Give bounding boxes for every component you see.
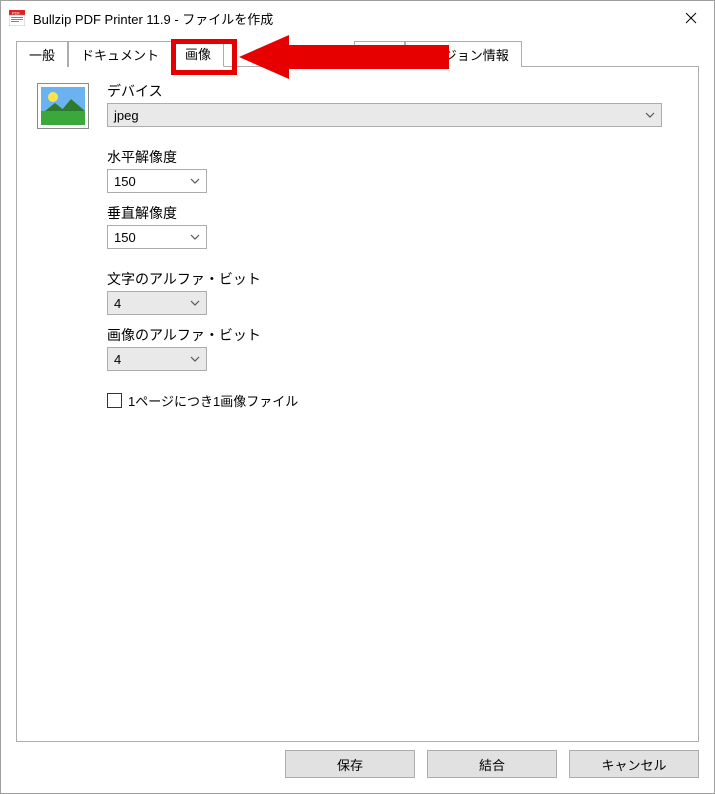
one-image-per-page-checkbox[interactable] bbox=[107, 393, 122, 408]
vres-select[interactable]: 150 bbox=[107, 225, 207, 249]
fields-column: デバイス jpeg 水平解像度 150 bbox=[107, 81, 678, 410]
one-image-per-page-label: 1ページにつき1画像ファイル bbox=[128, 391, 298, 410]
chevron-down-icon bbox=[190, 234, 200, 240]
chevron-down-icon bbox=[190, 178, 200, 184]
image-alpha-value: 4 bbox=[114, 352, 121, 367]
client-area: 一般 ドキュメント 画像 マーク マージ ティ バージョン情報 bbox=[2, 36, 713, 792]
tab-general[interactable]: 一般 bbox=[16, 41, 68, 67]
vres-label: 垂直解像度 bbox=[107, 203, 678, 223]
vres-value: 150 bbox=[114, 230, 136, 245]
image-thumbnail-icon bbox=[37, 83, 89, 129]
image-alpha-select[interactable]: 4 bbox=[107, 347, 207, 371]
svg-text:PDF: PDF bbox=[12, 11, 21, 16]
hres-select[interactable]: 150 bbox=[107, 169, 207, 193]
text-alpha-label: 文字のアルファ・ビット bbox=[107, 269, 678, 289]
one-image-per-page-row: 1ページにつき1画像ファイル bbox=[107, 391, 678, 410]
button-bar: 保存 結合 キャンセル bbox=[285, 750, 699, 778]
hres-label: 水平解像度 bbox=[107, 147, 678, 167]
text-alpha-value: 4 bbox=[114, 296, 121, 311]
hres-row: 水平解像度 150 bbox=[107, 147, 678, 193]
image-alpha-label: 画像のアルファ・ビット bbox=[107, 325, 678, 345]
tab-panel: デバイス jpeg 水平解像度 150 bbox=[16, 66, 699, 742]
window-title: Bullzip PDF Printer 11.9 - ファイルを作成 bbox=[33, 9, 668, 28]
device-row: デバイス jpeg bbox=[107, 81, 678, 127]
tab-image[interactable]: 画像 bbox=[172, 40, 224, 67]
chevron-down-icon bbox=[645, 112, 655, 118]
text-alpha-row: 文字のアルファ・ビット 4 bbox=[107, 269, 678, 315]
device-value: jpeg bbox=[114, 108, 139, 123]
app-icon: PDF bbox=[9, 10, 25, 26]
save-button[interactable]: 保存 bbox=[285, 750, 415, 778]
tab-version-info[interactable]: バージョン情報 bbox=[405, 41, 522, 67]
chevron-down-icon bbox=[190, 300, 200, 306]
window: PDF Bullzip PDF Printer 11.9 - ファイルを作成 一… bbox=[0, 0, 715, 794]
tabstrip: 一般 ドキュメント 画像 マーク マージ ティ バージョン情報 bbox=[16, 42, 699, 66]
device-label: デバイス bbox=[107, 81, 678, 101]
image-alpha-row: 画像のアルファ・ビット 4 bbox=[107, 325, 678, 371]
merge-button[interactable]: 結合 bbox=[427, 750, 557, 778]
tab-security-partial[interactable]: ティ bbox=[354, 41, 405, 67]
tab-document[interactable]: ドキュメント bbox=[68, 41, 172, 67]
close-button[interactable] bbox=[668, 1, 714, 35]
vres-row: 垂直解像度 150 bbox=[107, 203, 678, 249]
text-alpha-select[interactable]: 4 bbox=[107, 291, 207, 315]
hres-value: 150 bbox=[114, 174, 136, 189]
titlebar: PDF Bullzip PDF Printer 11.9 - ファイルを作成 bbox=[1, 1, 714, 35]
cancel-button[interactable]: キャンセル bbox=[569, 750, 699, 778]
chevron-down-icon bbox=[190, 356, 200, 362]
panel-icon-column bbox=[37, 81, 107, 410]
device-select[interactable]: jpeg bbox=[107, 103, 662, 127]
